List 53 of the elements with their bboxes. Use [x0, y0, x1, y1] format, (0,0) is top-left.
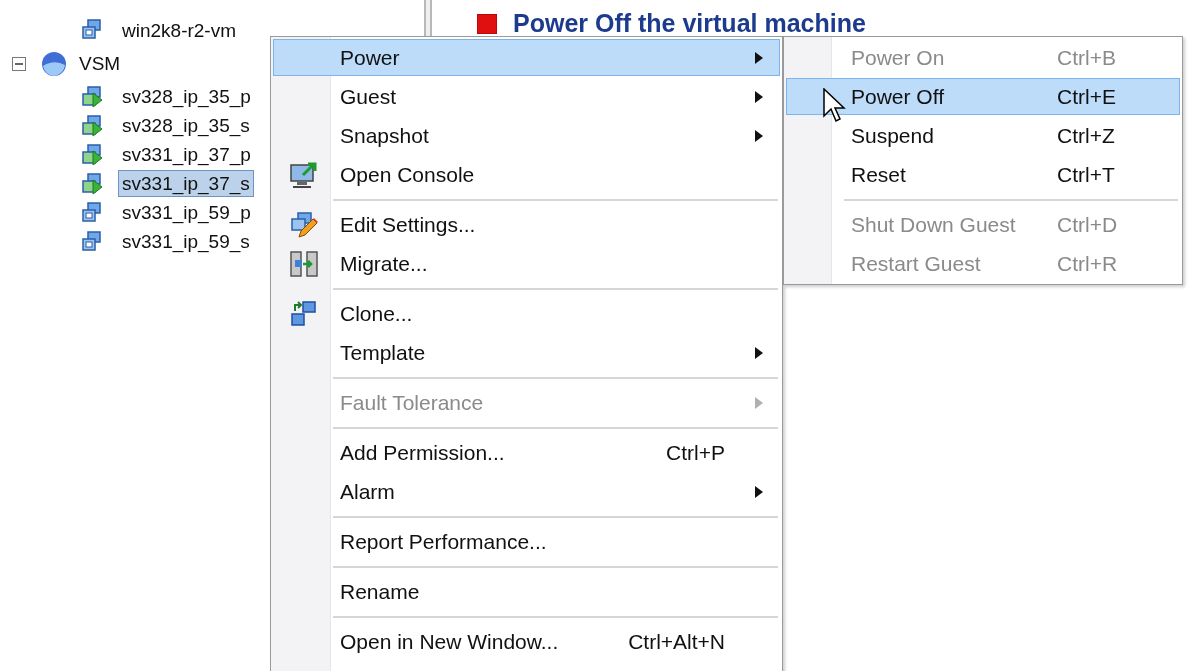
vm-icon [80, 200, 104, 225]
collapse-icon[interactable] [12, 57, 26, 71]
menu-item[interactable]: Power [273, 39, 780, 76]
caret-icon [755, 51, 763, 64]
shortcut-label: Ctrl+Z [1057, 122, 1115, 149]
servers-icon [289, 248, 319, 279]
mouse-pointer-icon [823, 88, 847, 124]
vm-running-icon [80, 142, 104, 167]
shortcut-label: Ctrl+B [1057, 44, 1116, 71]
page-heading: Power Off the virtual machine [513, 8, 866, 39]
clone-icon [289, 298, 319, 329]
menu-item[interactable]: Rename [273, 573, 780, 610]
caret-icon [755, 129, 763, 142]
menu-item[interactable]: Suspend Ctrl+Z [786, 117, 1180, 154]
tree-item[interactable]: sv331_ip_59_s [118, 228, 254, 255]
menu-item[interactable]: Edit Settings... [273, 206, 780, 243]
menu-item[interactable]: Open Console [273, 156, 780, 193]
tree-item[interactable]: sv328_ip_35_s [118, 112, 254, 139]
vm-running-icon [80, 113, 104, 138]
shortcut-label: Ctrl+Alt+N [628, 628, 726, 655]
menu-item[interactable]: Open in New Window... Ctrl+Alt+N [273, 623, 780, 660]
globe-icon [40, 50, 68, 78]
caret-icon [755, 396, 763, 409]
vm-icon [80, 18, 104, 42]
stop-icon [477, 13, 497, 34]
caret-icon [755, 90, 763, 103]
menu-item[interactable]: Reset Ctrl+T [786, 156, 1180, 193]
tree-item[interactable]: VSM [76, 49, 124, 79]
shortcut-label: Ctrl+R [1057, 250, 1118, 277]
menu-item[interactable]: Report Performance... [273, 523, 780, 560]
menu-item[interactable]: Snapshot [273, 117, 780, 154]
menu-item[interactable]: Migrate... [273, 245, 780, 282]
menu-item[interactable]: Add Permission... Ctrl+P [273, 434, 780, 471]
menu-item[interactable]: Guest [273, 78, 780, 115]
caret-icon [755, 346, 763, 359]
tree-item[interactable]: sv328_ip_35_p [118, 83, 255, 110]
menu-item[interactable]: Alarm [273, 473, 780, 510]
vm-running-icon [80, 84, 104, 109]
shortcut-label: Ctrl+E [1057, 83, 1116, 110]
vm-icon [80, 229, 104, 254]
caret-icon [755, 485, 763, 498]
shortcut-label: Ctrl+P [666, 439, 726, 466]
tree-item[interactable]: sv331_ip_37_s [118, 170, 254, 197]
shortcut-label: Ctrl+D [1057, 211, 1118, 238]
vm-running-icon [80, 171, 104, 196]
menu-item[interactable]: Power Off Ctrl+E [786, 78, 1180, 115]
pencil-icon [289, 209, 319, 240]
menu-item[interactable]: Clone... [273, 295, 780, 332]
tree-item[interactable]: win2k8-r2-vm [118, 16, 241, 44]
tree-item[interactable]: sv331_ip_37_p [118, 141, 255, 168]
tree-item[interactable]: sv331_ip_59_p [118, 199, 255, 226]
shortcut-label: Ctrl+T [1057, 161, 1115, 188]
menu-item[interactable]: Template [273, 334, 780, 371]
